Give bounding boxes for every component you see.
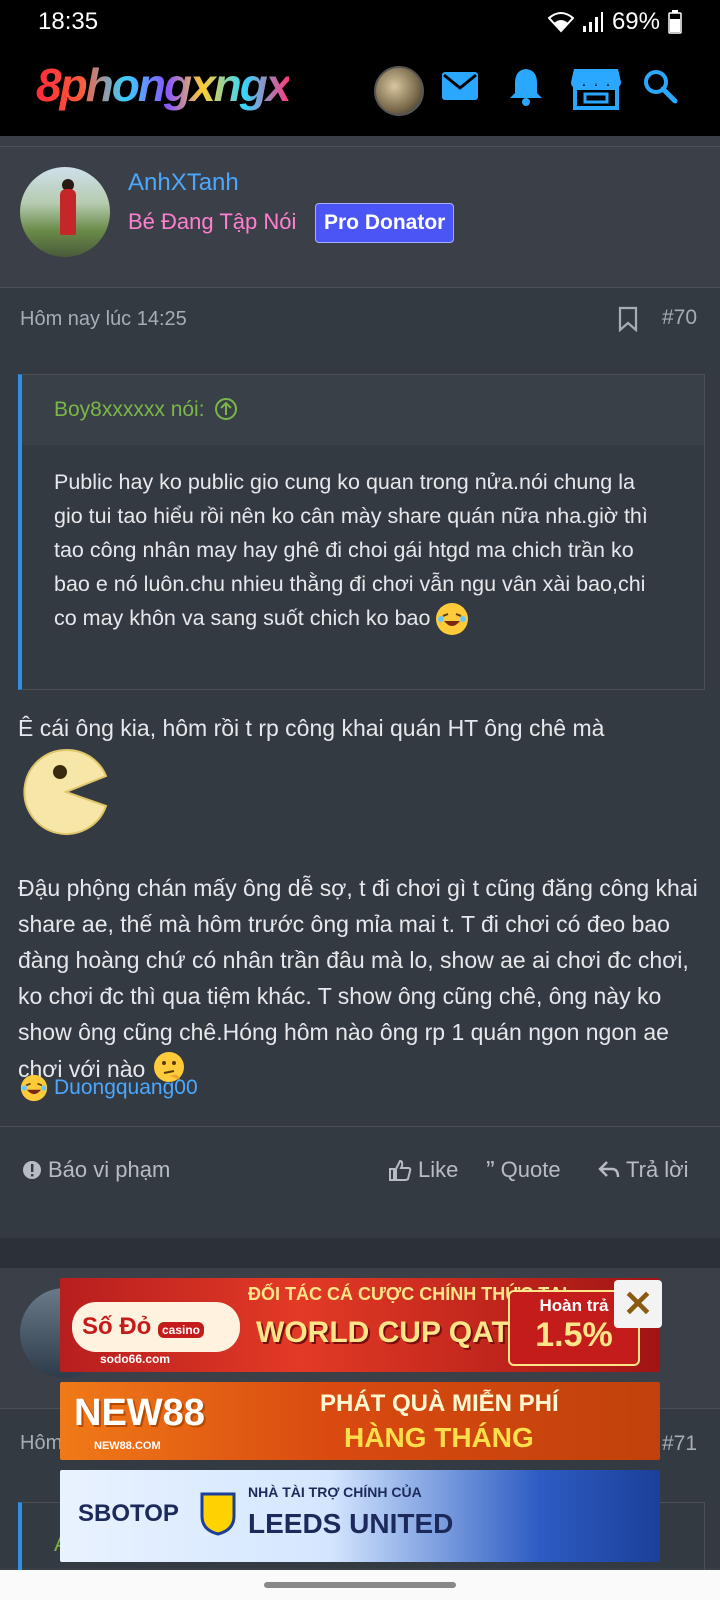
bell-icon[interactable] (506, 66, 546, 106)
reaction-summary[interactable]: Duongquang00 (20, 1074, 198, 1102)
user-badge: Pro Donator (315, 203, 455, 243)
wifi-icon (547, 12, 574, 33)
close-ad-button[interactable]: ✕ (614, 1280, 662, 1328)
battery-icon (668, 10, 682, 34)
author-avatar[interactable] (20, 167, 110, 257)
quote-text: Public hay ko public gio cung ko quan tr… (54, 465, 664, 636)
ad-banner-new88[interactable]: NEW88 NEW88.COM PHÁT QUÀ MIỄN PHÍ HÀNG T… (60, 1382, 660, 1460)
post-date[interactable]: Hôm nay lúc 14:25 (20, 308, 187, 331)
pacman-emoji-icon (23, 748, 108, 835)
battery-percent: 69% (611, 8, 660, 35)
author-title: Bé Đang Tập Nói (128, 209, 297, 234)
home-gesture-bar[interactable] (264, 1582, 456, 1588)
store-icon[interactable] (570, 66, 622, 110)
post-actions: Báo vi phạm Like ” Quote Trả lời (0, 1126, 720, 1213)
laughing-emoji-icon (436, 603, 469, 636)
top-navigation: 8phongxngx (0, 44, 720, 136)
thumbs-up-icon (389, 1159, 412, 1181)
reaction-user[interactable]: Duongquang00 (54, 1076, 198, 1100)
quote-author[interactable]: Boy8xxxxxx nói: (54, 397, 238, 422)
post-body: Ê cái ông kia, hôm rồi t rp công khai qu… (18, 710, 704, 1087)
search-icon[interactable] (642, 68, 678, 104)
author-name[interactable]: AnhXTanh (128, 169, 239, 197)
mail-icon[interactable] (440, 66, 480, 106)
go-to-quote-icon[interactable] (214, 397, 238, 421)
system-nav-bar (0, 1570, 720, 1600)
post-number[interactable]: #70 (662, 306, 697, 330)
status-bar: 18:35 69% (0, 0, 720, 44)
laughing-reaction-icon (20, 1074, 48, 1102)
forum-post: AnhXTanh Bé Đang Tập Nói Pro Donator Hôm… (0, 146, 720, 1238)
close-icon: ✕ (622, 1283, 654, 1324)
quote-button[interactable]: ” Quote (486, 1157, 561, 1183)
site-logo[interactable]: 8phongxngx (36, 58, 291, 112)
ad-banner-sbotop[interactable]: SBOTOP NHÀ TÀI TRỢ CHÍNH CỦA LEEDS UNITE… (60, 1470, 660, 1562)
alert-icon (23, 1161, 41, 1179)
reply-button[interactable]: Trả lời (598, 1157, 689, 1183)
post-number[interactable]: #71 (662, 1432, 697, 1456)
post-body-text: Đậu phộng chán mấy ông dễ sợ, t đi chơi … (18, 875, 698, 1082)
quote-block: Boy8xxxxxx nói: Public hay ko public gio… (18, 374, 705, 690)
report-button[interactable]: Báo vi phạm (22, 1157, 170, 1183)
clock: 18:35 (38, 8, 99, 35)
post-author-block: AnhXTanh Bé Đang Tập Nói Pro Donator (0, 146, 720, 288)
post-body-line1: Ê cái ông kia, hôm rồi t rp công khai qu… (18, 715, 605, 741)
bookmark-icon[interactable] (618, 306, 638, 332)
post-date[interactable]: Hôm (20, 1432, 62, 1455)
signal-icon (582, 12, 603, 32)
user-avatar[interactable] (374, 66, 424, 116)
like-button[interactable]: Like (388, 1157, 458, 1183)
reply-icon (598, 1161, 620, 1178)
ad-banner-sodo[interactable]: Số Đỏ casino sodo66.com ĐỐI TÁC CÁ CƯỢC … (60, 1278, 660, 1372)
quote-icon: ” (486, 1155, 495, 1185)
leeds-crest-icon (200, 1492, 236, 1536)
